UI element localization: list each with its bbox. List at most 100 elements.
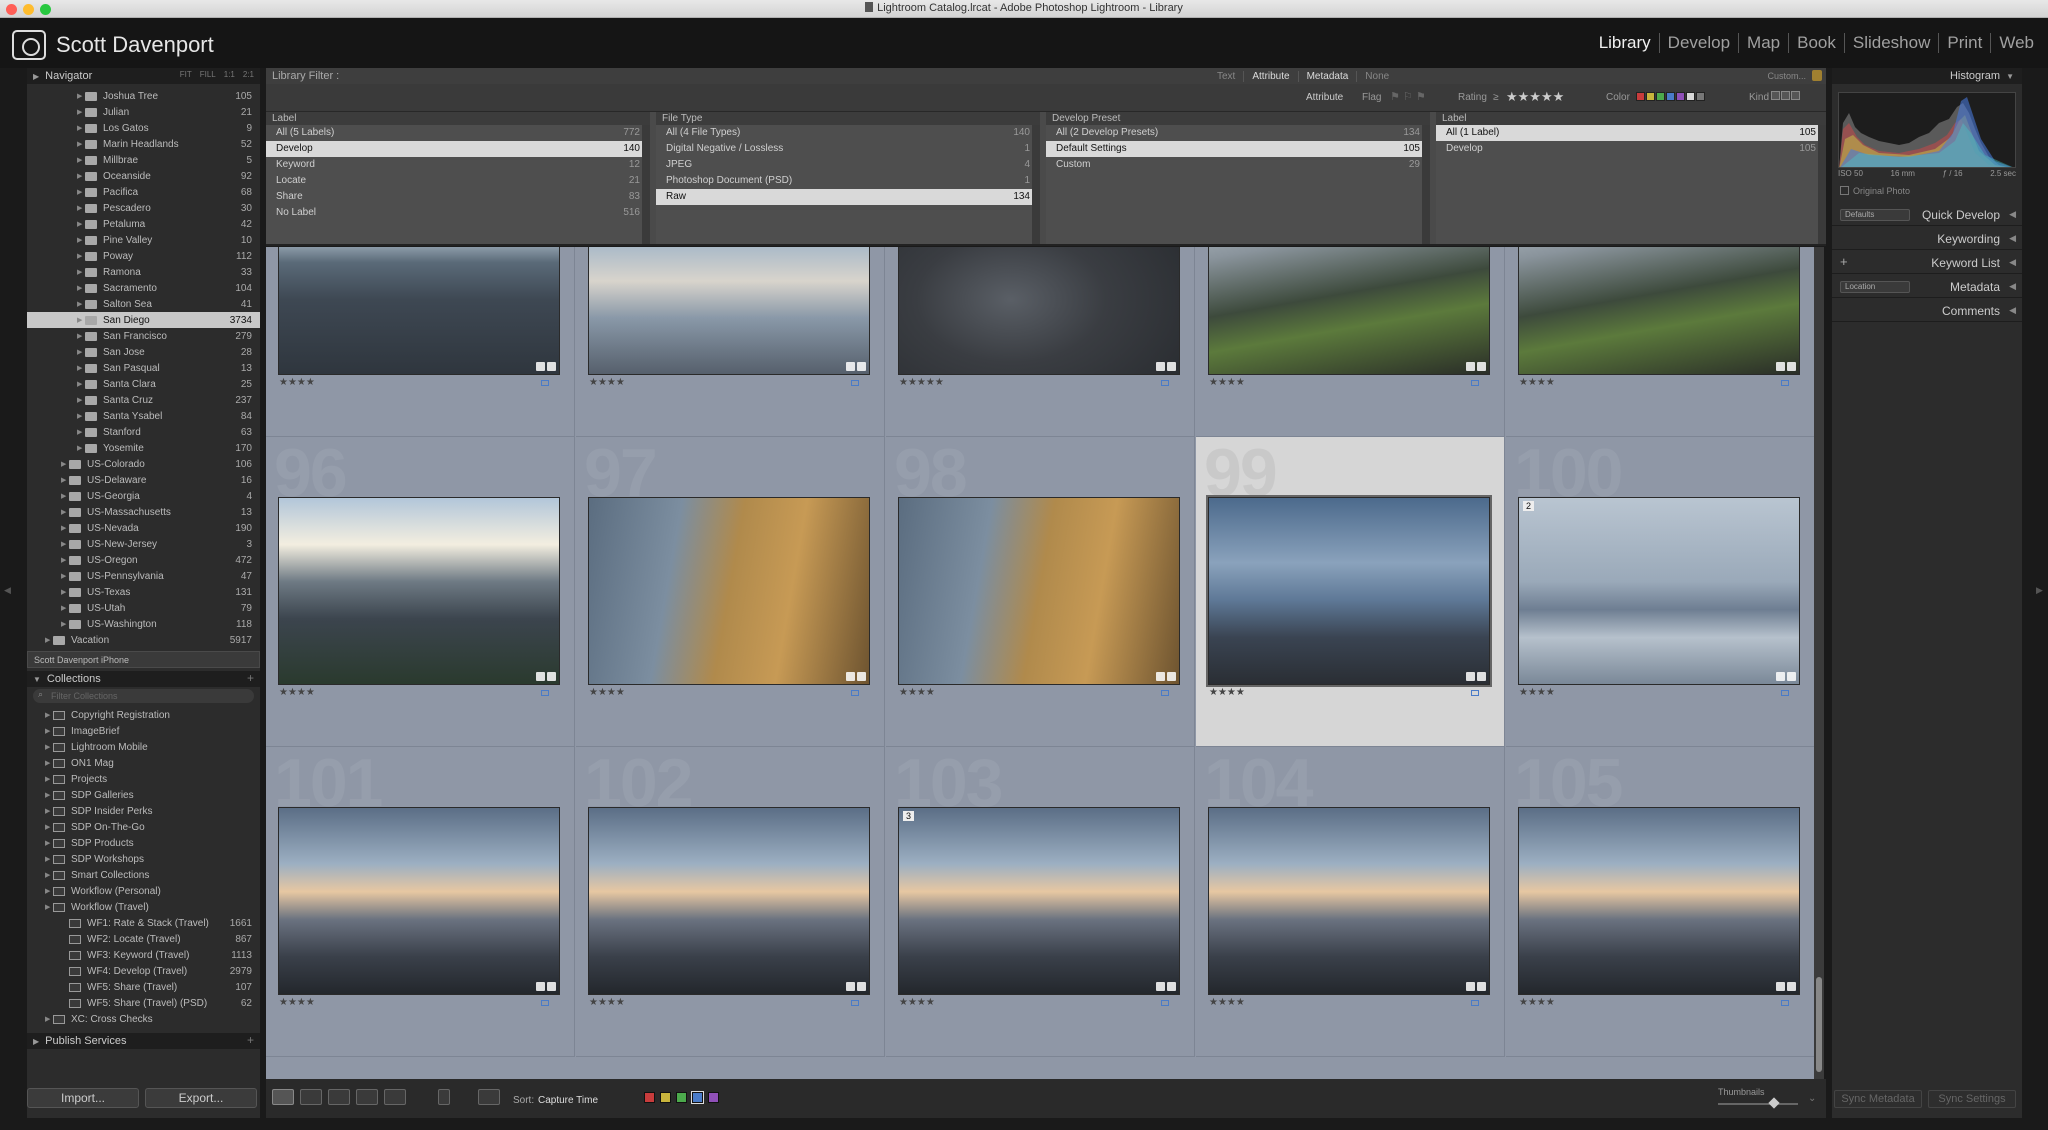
folder-disclosure-icon[interactable]: ▶ bbox=[77, 172, 85, 180]
collection-row[interactable]: ▶ Projects bbox=[27, 771, 260, 787]
folder-disclosure-icon[interactable]: ▶ bbox=[61, 524, 69, 532]
folder-disclosure-icon[interactable]: ▶ bbox=[77, 92, 85, 100]
grid-cell[interactable]: ★★★★ bbox=[576, 247, 885, 437]
folder-disclosure-icon[interactable]: ▶ bbox=[77, 268, 85, 276]
metadata-row[interactable]: All (5 Labels) 772 bbox=[266, 125, 650, 141]
color-swatch[interactable] bbox=[1636, 92, 1645, 101]
color-label-indicator[interactable] bbox=[1781, 1000, 1789, 1006]
collection-disclosure-icon[interactable]: ▶ bbox=[45, 887, 53, 895]
develop-badge-icon[interactable] bbox=[1477, 362, 1486, 371]
folder-disclosure-icon[interactable]: ▶ bbox=[77, 332, 85, 340]
collection-row[interactable]: WF4: Develop (Travel) 2979 bbox=[27, 963, 260, 979]
folder-row[interactable]: ▶ US-Utah 79 bbox=[27, 600, 260, 616]
toolbar-color-label[interactable] bbox=[676, 1092, 687, 1103]
color-label-indicator[interactable] bbox=[1161, 380, 1169, 386]
rating-stars[interactable]: ★★★★ bbox=[589, 997, 625, 1008]
collection-row[interactable]: ▶ SDP On-The-Go bbox=[27, 819, 260, 835]
folder-row[interactable]: ▶ US-Colorado 106 bbox=[27, 456, 260, 472]
grid-scrollbar[interactable] bbox=[1814, 247, 1824, 1079]
grid-cell[interactable]: 99 ★★★★ bbox=[1196, 437, 1505, 747]
folder-row[interactable]: ▶ US-Washington 118 bbox=[27, 616, 260, 632]
grid-cell[interactable]: 98 ★★★★ bbox=[886, 437, 1195, 747]
stack-count-badge[interactable]: 3 bbox=[903, 811, 915, 821]
color-swatch[interactable] bbox=[1686, 92, 1695, 101]
folder-disclosure-icon[interactable]: ▶ bbox=[77, 204, 85, 212]
rating-stars[interactable]: ★★★★ bbox=[1519, 687, 1555, 698]
color-swatch[interactable] bbox=[1696, 92, 1705, 101]
collection-disclosure-icon[interactable]: ▶ bbox=[45, 903, 53, 911]
panel-metadata[interactable]: Location Metadata ◀ bbox=[1832, 276, 2022, 298]
module-slideshow[interactable]: Slideshow bbox=[1843, 33, 1939, 53]
collection-row[interactable]: ▶ ImageBrief bbox=[27, 723, 260, 739]
color-label-indicator[interactable] bbox=[1471, 1000, 1479, 1006]
navigator-zoom-fit[interactable]: FIT bbox=[180, 70, 192, 79]
rating-stars[interactable]: ★★★★ bbox=[899, 997, 935, 1008]
develop-badge-icon[interactable] bbox=[1787, 362, 1796, 371]
develop-badge-icon[interactable] bbox=[547, 982, 556, 991]
folder-disclosure-icon[interactable]: ▶ bbox=[77, 108, 85, 116]
sort-direction-icon[interactable] bbox=[478, 1089, 500, 1105]
folder-row[interactable]: ▶ US-Texas 131 bbox=[27, 584, 260, 600]
metadata-row[interactable]: Photoshop Document (PSD) 1 bbox=[656, 173, 1040, 189]
panel-keyword-list[interactable]: + Keyword List ◀ bbox=[1832, 252, 2022, 274]
develop-badge-icon[interactable] bbox=[1787, 982, 1796, 991]
folder-disclosure-icon[interactable]: ▶ bbox=[61, 620, 69, 628]
color-label-indicator[interactable] bbox=[1161, 690, 1169, 696]
metadata-row[interactable]: Default Settings 105 bbox=[1046, 141, 1430, 157]
photo-thumbnail[interactable] bbox=[278, 497, 560, 685]
folder-row[interactable]: ▶ Santa Ysabel 84 bbox=[27, 408, 260, 424]
people-view-button[interactable] bbox=[384, 1089, 406, 1105]
filmstrip-collapsed-bar[interactable] bbox=[0, 1118, 2048, 1130]
metadata-column-header[interactable]: File Type bbox=[656, 112, 1040, 125]
module-library[interactable]: Library bbox=[1591, 33, 1659, 53]
metadata-row[interactable]: Develop 140 bbox=[266, 141, 650, 157]
collection-badge-icon[interactable] bbox=[1466, 362, 1475, 371]
collection-disclosure-icon[interactable]: ▶ bbox=[45, 775, 53, 783]
original-photo-checkbox[interactable]: Original Photo bbox=[1840, 186, 1910, 196]
loupe-view-button[interactable] bbox=[300, 1089, 322, 1105]
collection-badge-icon[interactable] bbox=[1156, 362, 1165, 371]
flag-icons[interactable]: ⚑ ⚐ ⚑ bbox=[1390, 90, 1426, 103]
folder-disclosure-icon[interactable]: ▶ bbox=[77, 284, 85, 292]
collections-header[interactable]: ▼ Collections + bbox=[27, 671, 260, 687]
toolbar-color-label[interactable] bbox=[660, 1092, 671, 1103]
metadata-row[interactable]: Share 83 bbox=[266, 189, 650, 205]
rating-stars[interactable]: ★★★★ bbox=[1209, 377, 1245, 388]
module-book[interactable]: Book bbox=[1788, 33, 1844, 53]
develop-badge-icon[interactable] bbox=[857, 362, 866, 371]
navigator-zoom-2-1[interactable]: 2:1 bbox=[243, 70, 254, 79]
compare-view-button[interactable] bbox=[328, 1089, 350, 1105]
metadata-row[interactable]: Keyword 12 bbox=[266, 157, 650, 173]
collection-row[interactable]: ▶ XC: Cross Checks bbox=[27, 1011, 260, 1027]
color-swatches[interactable] bbox=[1636, 92, 1706, 103]
develop-badge-icon[interactable] bbox=[1167, 982, 1176, 991]
photo-thumbnail[interactable] bbox=[898, 247, 1180, 375]
panel-quick-develop[interactable]: Defaults Quick Develop ◀ bbox=[1832, 204, 2022, 226]
collection-row[interactable]: ▶ SDP Workshops bbox=[27, 851, 260, 867]
metadata-row[interactable]: All (1 Label) 105 bbox=[1436, 125, 1826, 141]
metadata-row[interactable]: Digital Negative / Lossless 1 bbox=[656, 141, 1040, 157]
develop-badge-icon[interactable] bbox=[857, 672, 866, 681]
develop-badge-icon[interactable] bbox=[1167, 362, 1176, 371]
folder-row[interactable]: ▶ Petaluma 42 bbox=[27, 216, 260, 232]
folder-row[interactable]: ▶ Poway 112 bbox=[27, 248, 260, 264]
metadata-row[interactable]: Custom 29 bbox=[1046, 157, 1430, 173]
folder-row[interactable]: ▶ US-Pennsylvania 47 bbox=[27, 568, 260, 584]
collection-disclosure-icon[interactable]: ▶ bbox=[45, 855, 53, 863]
folder-row[interactable]: ▶ San Francisco 279 bbox=[27, 328, 260, 344]
navigator-zoom-options[interactable]: FIT FILL 1:1 2:1 bbox=[172, 70, 254, 79]
folder-row[interactable]: ▶ Julian 21 bbox=[27, 104, 260, 120]
collection-filter-input[interactable]: Filter Collections bbox=[33, 689, 254, 703]
folder-row[interactable]: ▶ Stanford 63 bbox=[27, 424, 260, 440]
metadata-row[interactable]: Raw 134 bbox=[656, 189, 1040, 205]
folder-disclosure-icon[interactable]: ▶ bbox=[61, 588, 69, 596]
toolbar-color-label[interactable] bbox=[708, 1092, 719, 1103]
color-label-indicator[interactable] bbox=[851, 380, 859, 386]
grid-cell[interactable]: 102 ★★★★ bbox=[576, 747, 885, 1057]
folder-row[interactable]: ▶ Santa Cruz 237 bbox=[27, 392, 260, 408]
folder-disclosure-icon[interactable]: ▶ bbox=[61, 556, 69, 564]
collection-disclosure-icon[interactable]: ▶ bbox=[45, 807, 53, 815]
folder-disclosure-icon[interactable]: ▶ bbox=[61, 476, 69, 484]
collection-disclosure-icon[interactable]: ▶ bbox=[45, 759, 53, 767]
folder-disclosure-icon[interactable]: ▶ bbox=[61, 492, 69, 500]
